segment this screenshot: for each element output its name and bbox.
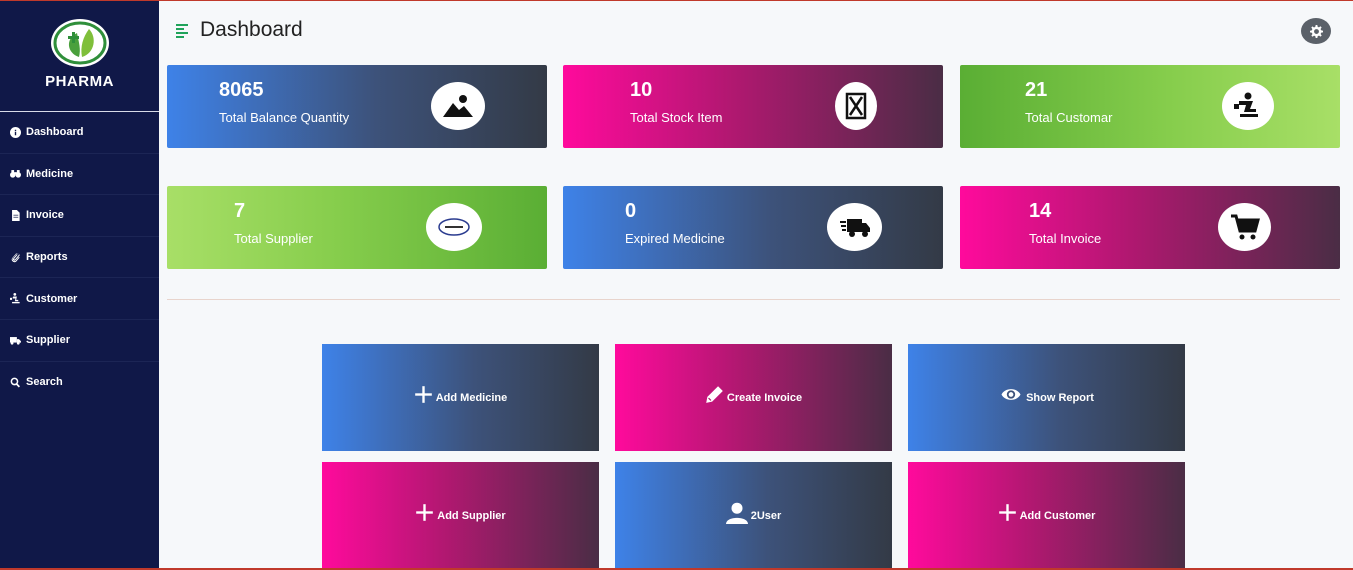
menu-align-icon[interactable] (176, 24, 188, 38)
gear-icon (1309, 24, 1323, 38)
stat-value: 8065 (219, 79, 264, 101)
settings-button[interactable] (1301, 18, 1331, 44)
sidebar-item-label: Reports (26, 251, 68, 264)
stat-value: 14 (1029, 200, 1052, 222)
action-label: Show Report (1026, 391, 1094, 404)
action-label: Add Customer (1019, 509, 1096, 522)
sidebar-item-dashboard[interactable]: Dashboard (0, 112, 159, 154)
hourglass-box-icon (845, 92, 867, 120)
user-icon (725, 502, 748, 524)
pen-icon (706, 386, 723, 403)
pharma-logo-icon (50, 19, 109, 67)
stat-icon (426, 203, 482, 251)
stat-card-expired-medicine[interactable]: 0 Expired Medicine (563, 186, 943, 269)
sidebar-item-label: Supplier (26, 334, 71, 347)
stat-card-total-stock-item[interactable]: 10 Total Stock Item (563, 65, 943, 148)
plus-icon (416, 504, 434, 521)
page-header: Dashboard (159, 1, 1353, 61)
eye-icon (1001, 389, 1021, 400)
plus-icon (998, 504, 1016, 521)
action-label: Add Medicine (435, 391, 508, 404)
sidebar-nav: Dashboard Medicine Invoice Reports Custo… (0, 112, 159, 403)
binoculars-icon (10, 170, 21, 179)
brand[interactable]: PHARMA (0, 1, 159, 112)
stat-label: Total Supplier (234, 231, 313, 246)
stat-value: 21 (1025, 79, 1048, 101)
stat-label: Total Stock Item (630, 110, 723, 125)
truck-icon (10, 336, 21, 345)
sidebar-item-search[interactable]: Search (0, 362, 159, 404)
add-medicine-button[interactable]: Add Medicine (322, 344, 599, 451)
sidebar: PHARMA Dashboard Medicine Invoice Report… (0, 1, 159, 570)
sidebar-item-label: Dashboard (26, 126, 84, 139)
stat-label: Total Customar (1025, 110, 1113, 125)
stat-value: 10 (630, 79, 653, 101)
page-title: Dashboard (200, 18, 303, 41)
supplier-logo-icon (438, 218, 470, 236)
stat-icon (1218, 203, 1271, 251)
add-customer-button[interactable]: Add Customer (908, 462, 1185, 569)
stat-value: 0 (625, 200, 637, 222)
stat-label: Total Balance Quantity (219, 110, 350, 125)
info-circle-icon (10, 126, 21, 138)
plus-icon (414, 386, 432, 403)
sidebar-item-invoice[interactable]: Invoice (0, 195, 159, 237)
stat-card-total-customar[interactable]: 21 Total Customar (960, 65, 1340, 148)
stat-card-total-supplier[interactable]: 7 Total Supplier (167, 186, 547, 269)
sidebar-item-label: Search (26, 376, 63, 389)
section-divider (167, 299, 1340, 300)
action-label: 2User (750, 509, 782, 522)
stat-value: 7 (234, 200, 246, 222)
sidebar-item-supplier[interactable]: Supplier (0, 320, 159, 362)
stat-icon (1222, 82, 1274, 130)
person-carry-icon (1234, 92, 1258, 117)
show-report-button[interactable]: Show Report (908, 344, 1185, 451)
sidebar-item-medicine[interactable]: Medicine (0, 154, 159, 196)
create-invoice-button[interactable]: Create Invoice (615, 344, 892, 451)
action-label: Add Supplier (437, 509, 506, 522)
stat-icon (827, 203, 882, 251)
action-label: Create Invoice (726, 391, 803, 404)
search-icon (10, 377, 20, 388)
add-supplier-button[interactable]: Add Supplier (322, 462, 599, 569)
cart-icon (1230, 214, 1260, 240)
stat-card-total-balance-quantity[interactable]: 8065 Total Balance Quantity (167, 65, 547, 148)
user-button[interactable]: 2User (615, 462, 892, 569)
stat-label: Expired Medicine (625, 231, 725, 246)
sidebar-item-reports[interactable]: Reports (0, 237, 159, 279)
sidebar-item-label: Medicine (26, 167, 74, 180)
stat-icon (431, 82, 485, 130)
stat-label: Total Invoice (1029, 231, 1102, 246)
image-icon (443, 95, 473, 117)
person-carry-icon (10, 293, 20, 304)
sidebar-item-label: Customer (26, 292, 78, 305)
sidebar-item-label: Invoice (26, 209, 64, 222)
file-icon (12, 209, 20, 221)
paperclip-icon (11, 252, 20, 262)
brand-name: PHARMA (45, 73, 114, 90)
stat-icon (835, 82, 877, 130)
truck-fast-icon (839, 219, 870, 237)
sidebar-item-customer[interactable]: Customer (0, 278, 159, 320)
stat-card-total-invoice[interactable]: 14 Total Invoice (960, 186, 1340, 269)
